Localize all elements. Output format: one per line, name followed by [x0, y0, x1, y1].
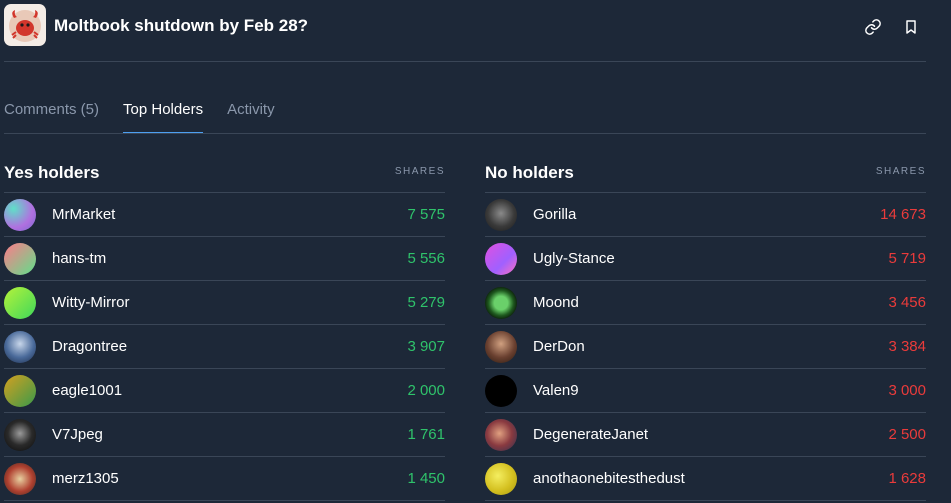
yes-holders-header: Yes holders SHARES: [4, 155, 445, 193]
avatar[interactable]: [4, 243, 36, 275]
tabs-divider: [4, 133, 926, 134]
holder-shares: 7 575: [407, 206, 445, 223]
tab-top-holders[interactable]: Top Holders: [123, 100, 204, 134]
link-icon: [865, 19, 881, 35]
holder-shares: 2 000: [407, 382, 445, 399]
holder-row[interactable]: Valen9 3 000: [485, 369, 926, 413]
holder-name[interactable]: Ugly-Stance: [533, 250, 615, 267]
holder-row[interactable]: hans-tm 5 556: [4, 237, 445, 281]
holder-name[interactable]: Valen9: [533, 382, 579, 399]
avatar[interactable]: [485, 463, 517, 495]
tab-bar: Comments (5) Top Holders Activity: [4, 100, 299, 134]
holder-name[interactable]: anothaonebitesthedust: [533, 470, 685, 487]
tab-activity[interactable]: Activity: [227, 100, 275, 134]
holder-shares: 2 500: [888, 426, 926, 443]
holder-name[interactable]: Witty-Mirror: [52, 294, 129, 311]
holder-name[interactable]: V7Jpeg: [52, 426, 103, 443]
no-holders-title: No holders: [485, 163, 574, 182]
holder-row[interactable]: MrMarket 7 575: [4, 193, 445, 237]
market-header: Moltbook shutdown by Feb 28?: [4, 4, 951, 50]
holder-row[interactable]: DegenerateJanet 2 500: [485, 413, 926, 457]
copy-link-button[interactable]: [862, 16, 884, 38]
holder-row[interactable]: V7Jpeg 1 761: [4, 413, 445, 457]
holder-row[interactable]: merz1305 1 450: [4, 457, 445, 501]
holder-name[interactable]: Dragontree: [52, 338, 127, 355]
holder-name[interactable]: hans-tm: [52, 250, 106, 267]
avatar[interactable]: [4, 331, 36, 363]
avatar[interactable]: [4, 199, 36, 231]
no-holders-panel: No holders SHARES Gorilla 14 673 Ugly-St…: [485, 155, 926, 501]
holder-shares: 3 384: [888, 338, 926, 355]
holder-row[interactable]: Gorilla 14 673: [485, 193, 926, 237]
holder-name[interactable]: merz1305: [52, 470, 119, 487]
holder-row[interactable]: Ugly-Stance 5 719: [485, 237, 926, 281]
holder-shares: 1 450: [407, 470, 445, 487]
no-holders-header: No holders SHARES: [485, 155, 926, 193]
holder-shares: 3 456: [888, 294, 926, 311]
crab-logo-icon[interactable]: [4, 4, 46, 46]
avatar[interactable]: [485, 419, 517, 451]
avatar[interactable]: [4, 375, 36, 407]
holder-row[interactable]: DerDon 3 384: [485, 325, 926, 369]
avatar[interactable]: [4, 287, 36, 319]
holder-row[interactable]: Dragontree 3 907: [4, 325, 445, 369]
holder-row[interactable]: Moond 3 456: [485, 281, 926, 325]
holder-name[interactable]: MrMarket: [52, 206, 115, 223]
avatar[interactable]: [485, 331, 517, 363]
shares-column-header: SHARES: [394, 166, 445, 177]
holder-shares: 1 761: [407, 426, 445, 443]
holder-name[interactable]: eagle1001: [52, 382, 122, 399]
yes-holders-title: Yes holders: [4, 163, 100, 182]
holder-shares: 1 628: [888, 470, 926, 487]
holder-shares: 5 279: [407, 294, 445, 311]
holder-name[interactable]: Gorilla: [533, 206, 576, 223]
holder-row[interactable]: Witty-Mirror 5 279: [4, 281, 445, 325]
header-divider: [4, 61, 926, 62]
holder-shares: 3 907: [407, 338, 445, 355]
avatar[interactable]: [4, 463, 36, 495]
tab-comments[interactable]: Comments (5): [4, 100, 99, 134]
market-title: Moltbook shutdown by Feb 28?: [54, 16, 309, 35]
avatar[interactable]: [485, 243, 517, 275]
holder-name[interactable]: Moond: [533, 294, 579, 311]
holder-name[interactable]: DerDon: [533, 338, 585, 355]
yes-holders-panel: Yes holders SHARES MrMarket 7 575 hans-t…: [4, 155, 445, 501]
avatar[interactable]: [485, 375, 517, 407]
avatar[interactable]: [485, 199, 517, 231]
holder-name[interactable]: DegenerateJanet: [533, 426, 648, 443]
holder-shares: 3 000: [888, 382, 926, 399]
holder-row[interactable]: anothaonebitesthedust 1 628: [485, 457, 926, 501]
holder-shares: 14 673: [880, 206, 926, 223]
holder-shares: 5 719: [888, 250, 926, 267]
holder-row[interactable]: eagle1001 2 000: [4, 369, 445, 413]
holder-shares: 5 556: [407, 250, 445, 267]
avatar[interactable]: [485, 287, 517, 319]
avatar[interactable]: [4, 419, 36, 451]
shares-column-header: SHARES: [875, 166, 926, 177]
bookmark-button[interactable]: [900, 16, 922, 38]
bookmark-icon: [906, 20, 916, 34]
